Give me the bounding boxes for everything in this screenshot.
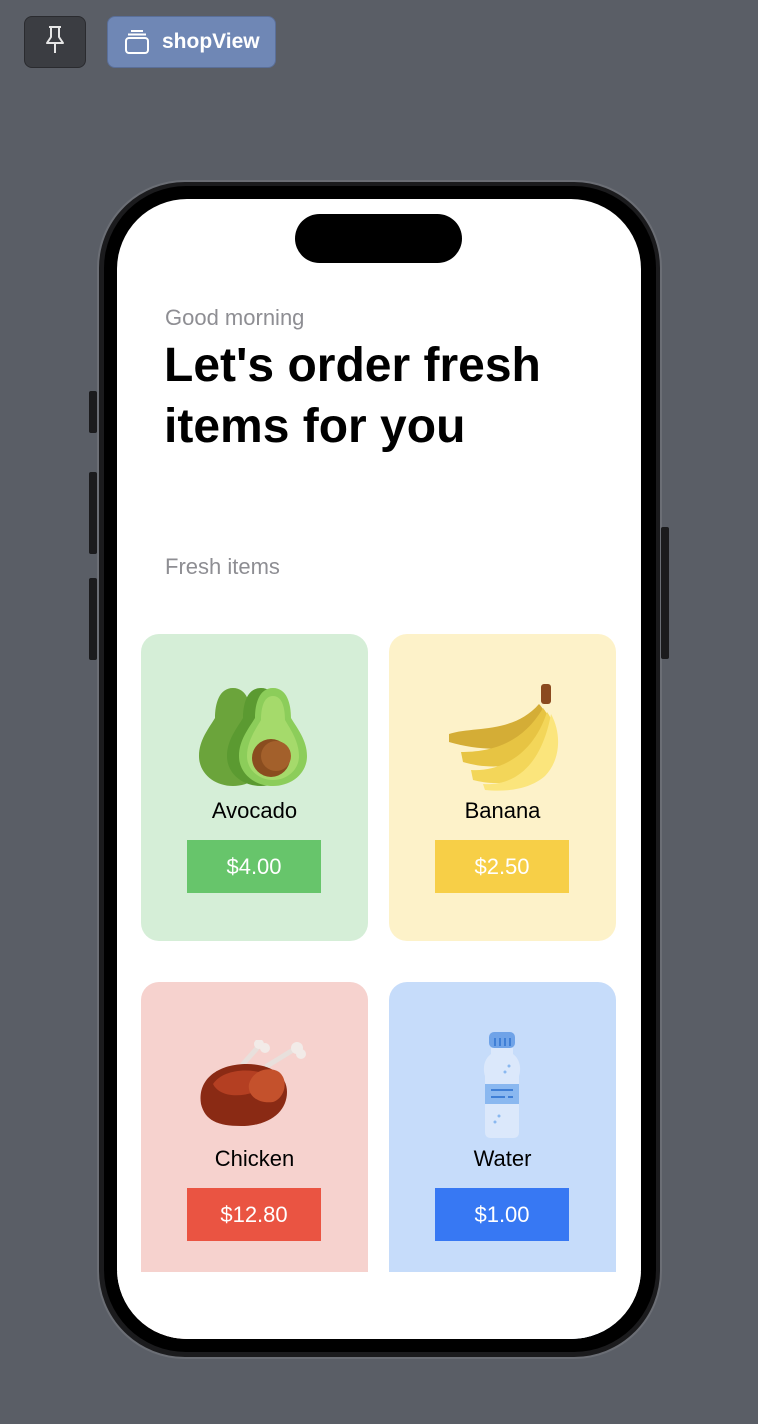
dynamic-island	[295, 214, 462, 263]
volume-down-button	[89, 578, 97, 660]
product-name: Banana	[464, 798, 541, 823]
greeting-text: Good morning	[165, 305, 305, 330]
phone-screen: Good morning Let's order fresh items for…	[117, 199, 641, 1339]
product-card-avocado[interactable]: Avocado $4.00	[141, 634, 368, 941]
avocado-icon	[141, 684, 368, 788]
product-name: Water	[473, 1146, 532, 1171]
price-button[interactable]: $12.80	[187, 1188, 321, 1241]
price-button[interactable]: $1.00	[435, 1188, 569, 1241]
pin-icon	[43, 25, 67, 60]
power-button	[661, 527, 669, 659]
action-button	[89, 391, 97, 433]
page-title: Let's order fresh items for you	[164, 339, 541, 453]
water-bottle-icon	[389, 1030, 616, 1140]
product-name: Chicken	[214, 1146, 295, 1171]
section-label: Fresh items	[165, 554, 280, 579]
stack-icon	[124, 29, 150, 55]
product-card-banana[interactable]: Banana $2.50	[389, 634, 616, 941]
volume-up-button	[89, 472, 97, 554]
pin-preview-button[interactable]	[24, 16, 86, 68]
price-button[interactable]: $4.00	[187, 840, 321, 893]
bottom-safe-area	[117, 1272, 641, 1339]
product-name: Avocado	[211, 798, 298, 823]
preview-label: shopView	[162, 30, 260, 53]
chicken-icon	[141, 1040, 368, 1130]
price-button[interactable]: $2.50	[435, 840, 569, 893]
banana-icon	[389, 682, 616, 792]
preview-selector-button[interactable]: shopView	[107, 16, 276, 68]
